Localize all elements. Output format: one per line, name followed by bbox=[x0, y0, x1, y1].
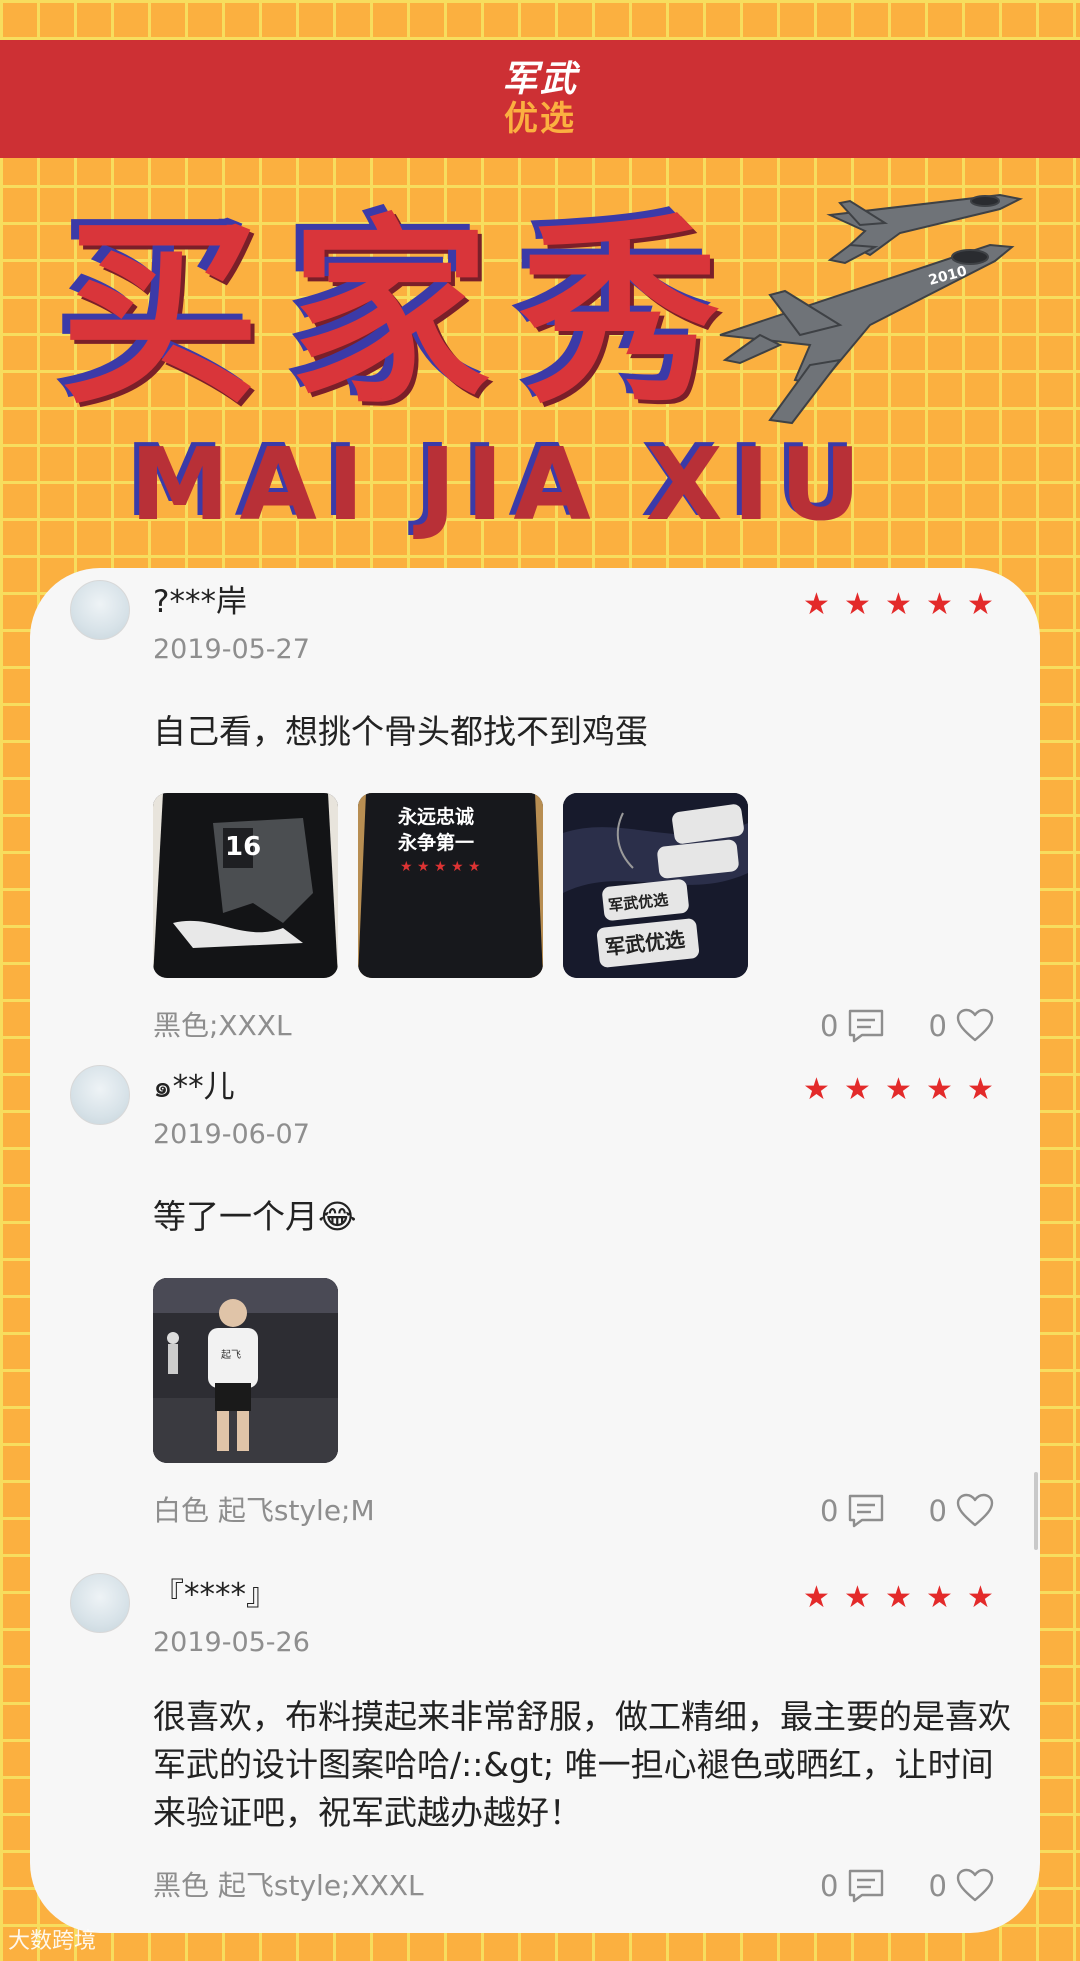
star-icon: ★ bbox=[844, 587, 871, 622]
star-icon: ★ bbox=[803, 1580, 830, 1615]
star-icon: ★ bbox=[844, 1580, 871, 1615]
like-count: 0 bbox=[928, 1009, 947, 1043]
review-text: 很喜欢，布料摸起来非常舒服，做工精细，最主要的是喜欢军武的设计图案哈哈/::&g… bbox=[153, 1697, 1011, 1832]
star-icon: ★ bbox=[926, 587, 953, 622]
fighter-jets-illustration: 2010 bbox=[719, 193, 1024, 425]
heart-icon[interactable] bbox=[955, 1008, 995, 1044]
comment-count: 0 bbox=[820, 1869, 839, 1903]
like-count: 0 bbox=[928, 1869, 947, 1903]
star-icon: ★ bbox=[967, 1580, 994, 1615]
review-date: 2019-05-27 bbox=[153, 634, 310, 665]
review-photo[interactable]: 军武优选 军武优选 bbox=[563, 793, 748, 978]
review-photo[interactable]: 起飞 bbox=[153, 1278, 338, 1463]
avatar[interactable] bbox=[70, 1573, 130, 1633]
review-username: ๑**儿 bbox=[153, 1069, 235, 1105]
heart-icon[interactable] bbox=[955, 1493, 995, 1529]
review-date: 2019-05-26 bbox=[153, 1627, 310, 1658]
review-photos: 16 永远忠诚 永争第一 ★ ★ ★ ★ ★ 军武优选 军武优选 bbox=[153, 793, 748, 978]
star-icon: ★ bbox=[967, 587, 994, 622]
header-bar: 军武 优选 bbox=[0, 40, 1080, 158]
comment-icon[interactable] bbox=[846, 1008, 886, 1044]
watermark: 大数跨境 bbox=[8, 1929, 97, 1954]
star-icon: ★ bbox=[885, 1072, 912, 1107]
svg-text:★ ★ ★ ★ ★: ★ ★ ★ ★ ★ bbox=[400, 859, 481, 875]
review-photo[interactable]: 永远忠诚 永争第一 ★ ★ ★ ★ ★ bbox=[358, 793, 543, 978]
comment-icon[interactable] bbox=[846, 1868, 886, 1904]
review-actions: 0 0 bbox=[820, 1008, 995, 1044]
comment-count: 0 bbox=[820, 1494, 839, 1528]
photo-caption: 永争第一 bbox=[397, 831, 474, 854]
rating-stars: ★ ★ ★ ★ ★ bbox=[803, 1075, 994, 1105]
star-icon: ★ bbox=[926, 1072, 953, 1107]
star-icon: ★ bbox=[885, 587, 912, 622]
review-spec: 黑色;XXXL bbox=[153, 1009, 292, 1042]
star-icon: ★ bbox=[885, 1580, 912, 1615]
photo-label: 永远忠诚 bbox=[397, 805, 474, 828]
comment-count: 0 bbox=[820, 1009, 839, 1043]
review-spec: 黑色 起飞style;XXXL bbox=[153, 1869, 424, 1902]
heart-icon[interactable] bbox=[955, 1868, 995, 1904]
brand-logo-subtitle: 优选 bbox=[504, 99, 576, 139]
rating-stars: ★ ★ ★ ★ ★ bbox=[803, 1583, 994, 1613]
review-actions: 0 0 bbox=[820, 1868, 995, 1904]
review-text: 自己看，想挑个骨头都找不到鸡蛋 bbox=[153, 712, 648, 751]
page-title: 买家秀 bbox=[60, 198, 751, 431]
scrollbar[interactable] bbox=[1034, 1472, 1038, 1550]
star-icon: ★ bbox=[803, 1072, 830, 1107]
star-icon: ★ bbox=[967, 1072, 994, 1107]
avatar[interactable] bbox=[70, 580, 130, 640]
review-actions: 0 0 bbox=[820, 1493, 995, 1529]
reviews-card: ?***岸 2019-05-27 ★ ★ ★ ★ ★ 自己看，想挑个骨头都找不到… bbox=[30, 568, 1040, 1933]
comment-icon[interactable] bbox=[846, 1493, 886, 1529]
review-date: 2019-06-07 bbox=[153, 1119, 310, 1150]
review-photo[interactable]: 16 bbox=[153, 793, 338, 978]
review-spec: 白色 起飞style;M bbox=[153, 1494, 375, 1527]
photo-label: 16 bbox=[225, 832, 261, 862]
photo-label: 起飞 bbox=[221, 1349, 241, 1361]
avatar[interactable] bbox=[70, 1065, 130, 1125]
star-icon: ★ bbox=[926, 1580, 953, 1615]
brand-logo: 军武 bbox=[501, 59, 578, 100]
review-username: ?***岸 bbox=[153, 584, 247, 620]
review-photos: 起飞 bbox=[153, 1278, 338, 1463]
review-text: 等了一个月😂 bbox=[153, 1197, 357, 1236]
rating-stars: ★ ★ ★ ★ ★ bbox=[803, 590, 994, 620]
review-username: 『****』 bbox=[153, 1577, 277, 1613]
star-icon: ★ bbox=[844, 1072, 871, 1107]
like-count: 0 bbox=[928, 1494, 947, 1528]
star-icon: ★ bbox=[803, 587, 830, 622]
